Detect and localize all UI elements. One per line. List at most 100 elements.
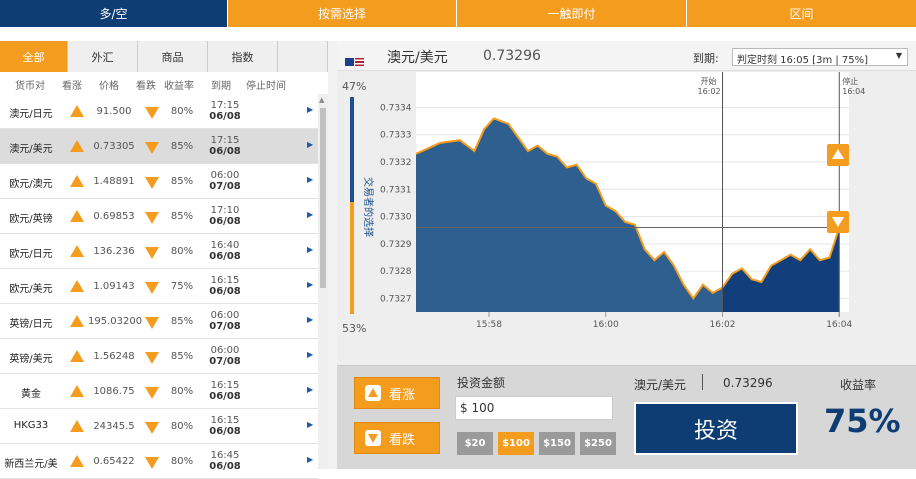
- asset-expiry-date: 07/08: [209, 321, 241, 332]
- asset-yield: 80%: [170, 386, 194, 397]
- call-arrow-up-icon[interactable]: [70, 175, 84, 187]
- asset-row[interactable]: 欧元/美元 1.09143 75% 16:15 06/08 ▶: [0, 269, 318, 304]
- asset-row[interactable]: 欧元/澳元 1.48891 85% 06:00 07/08 ▶: [0, 164, 318, 199]
- put-arrow-down-icon[interactable]: [145, 457, 159, 469]
- nav-tab-range[interactable]: 区间: [686, 0, 916, 27]
- amount-preset-150[interactable]: $150: [539, 432, 575, 455]
- put-arrow-down-icon[interactable]: [145, 142, 159, 154]
- amount-preset-20[interactable]: $20: [457, 432, 493, 455]
- category-tab-all[interactable]: 全部: [0, 41, 68, 72]
- play-icon[interactable]: ▶: [307, 140, 313, 149]
- play-icon[interactable]: ▶: [307, 420, 313, 429]
- asset-pair: 澳元/日元: [9, 109, 53, 120]
- play-icon[interactable]: ▶: [307, 455, 313, 464]
- put-arrow-down-icon[interactable]: [145, 212, 159, 224]
- category-tab-commodities[interactable]: 商品: [138, 41, 208, 72]
- asset-row[interactable]: HKG33 24345.5 80% 16:15 06/08 ▶: [0, 409, 318, 444]
- asset-pair: 欧元/澳元: [9, 179, 53, 190]
- put-arrow-down-icon[interactable]: [145, 282, 159, 294]
- asset-pair: 英镑/美元: [9, 354, 53, 365]
- call-arrow-up-icon[interactable]: [70, 140, 84, 152]
- nav-tab-one-touch[interactable]: 一触即付: [456, 0, 686, 27]
- asset-row[interactable]: 英镑/美元 1.56248 85% 06:00 07/08 ▶: [0, 339, 318, 374]
- y-tick-label: 0.7329: [380, 240, 412, 250]
- call-up-label: 看涨: [389, 387, 416, 403]
- call-arrow-up-icon[interactable]: [70, 350, 84, 362]
- put-arrow-down-icon[interactable]: [145, 387, 159, 399]
- play-icon[interactable]: ▶: [307, 350, 313, 359]
- call-arrow-up-icon[interactable]: [70, 245, 84, 257]
- invest-button[interactable]: 投资: [634, 402, 798, 455]
- put-arrow-down-icon[interactable]: [145, 177, 159, 189]
- x-tick-label: 16:02: [710, 320, 736, 330]
- asset-yield: 85%: [170, 211, 194, 222]
- call-up-button[interactable]: 看涨: [354, 377, 440, 409]
- put-down-button[interactable]: 看跌: [354, 422, 440, 454]
- asset-table-body: 澳元/日元 91.500 80% 17:15 06/08 ▶ 澳元/美元 0.73305 85%…: [0, 94, 318, 479]
- amount-preset-250[interactable]: $250: [580, 432, 616, 455]
- call-arrow-up-icon[interactable]: [70, 210, 84, 222]
- asset-yield: 85%: [170, 351, 194, 362]
- play-icon[interactable]: ▶: [307, 105, 313, 114]
- asset-row[interactable]: 澳元/日元 91.500 80% 17:15 06/08 ▶: [0, 94, 318, 129]
- asset-list-scrollbar[interactable]: ▲: [318, 94, 328, 469]
- asset-expiry: 17:10 06/08: [204, 205, 246, 227]
- asset-expiry-date: 06/08: [209, 146, 241, 157]
- col-header-down: 看跌: [136, 81, 156, 92]
- amount-preset-100[interactable]: $100: [498, 432, 534, 455]
- call-arrow-up-icon[interactable]: [70, 280, 84, 292]
- sentiment-bar-up: [350, 97, 354, 202]
- call-arrow-up-icon[interactable]: [70, 420, 84, 432]
- scrollbar-thumb[interactable]: [320, 108, 326, 288]
- y-tick-label: 0.7332: [380, 158, 412, 168]
- asset-row[interactable]: 英镑/日元 195.03200 85% 06:00 07/08 ▶: [0, 304, 318, 339]
- asset-pair: 英镑/日元: [9, 319, 53, 330]
- summary-price: 0.73296: [723, 376, 773, 390]
- play-icon[interactable]: ▶: [307, 245, 313, 254]
- play-icon[interactable]: ▶: [307, 175, 313, 184]
- asset-price: 1.56248: [93, 351, 135, 362]
- scroll-up-icon[interactable]: ▲: [319, 96, 324, 104]
- asset-pair: 新西兰元/美: [4, 459, 58, 470]
- call-arrow-up-icon[interactable]: [70, 385, 84, 397]
- asset-yield: 85%: [170, 316, 194, 327]
- category-tab-forex[interactable]: 外汇: [68, 41, 138, 72]
- price-chart[interactable]: 47% 53% 交易者的选择 0.7334 0.7333 0.7332 0.7331 0.73…: [337, 72, 916, 365]
- summary-pair: 澳元/美元: [634, 378, 687, 392]
- asset-row[interactable]: 黄金 1086.75 80% 16:15 06/08 ▶: [0, 374, 318, 409]
- category-tab-indices[interactable]: 指数: [208, 41, 278, 72]
- asset-price: 91.500: [96, 106, 132, 117]
- summary-separator: [702, 374, 703, 390]
- play-icon[interactable]: ▶: [307, 210, 313, 219]
- sentiment-top-percent: 47%: [342, 80, 366, 93]
- arrow-up-icon: [365, 385, 381, 401]
- put-arrow-down-icon[interactable]: [145, 422, 159, 434]
- nav-tab-on-demand[interactable]: 按需选择: [227, 0, 456, 27]
- put-arrow-down-icon[interactable]: [145, 107, 159, 119]
- y-tick-label: 0.7327: [380, 294, 412, 304]
- asset-row[interactable]: 欧元/英镑 0.69853 85% 17:10 06/08 ▶: [0, 199, 318, 234]
- asset-expiry-date: 06/08: [209, 461, 241, 472]
- chevron-down-icon: ▼: [895, 51, 902, 60]
- nav-tab-high-low[interactable]: 多/空: [0, 0, 227, 27]
- play-icon[interactable]: ▶: [307, 315, 313, 324]
- call-arrow-up-icon[interactable]: [70, 315, 84, 327]
- put-arrow-down-icon[interactable]: [145, 247, 159, 259]
- y-tick-label: 0.7328: [380, 267, 412, 277]
- call-arrow-up-icon[interactable]: [70, 105, 84, 117]
- asset-row[interactable]: 新西兰元/美 0.65422 80% 16:45 06/08 ▶: [0, 444, 318, 479]
- play-icon[interactable]: ▶: [307, 280, 313, 289]
- expiry-select[interactable]: 判定时刻 16:05 [3m | 75%] ▼: [732, 48, 908, 66]
- asset-expiry: 16:15 06/08: [204, 380, 246, 402]
- call-arrow-up-icon[interactable]: [70, 455, 84, 467]
- play-icon[interactable]: ▶: [307, 385, 313, 394]
- put-arrow-down-icon[interactable]: [145, 317, 159, 329]
- put-arrow-down-icon[interactable]: [145, 352, 159, 364]
- asset-row[interactable]: 欧元/日元 136.236 80% 16:40 06/08 ▶: [0, 234, 318, 269]
- investment-amount-input[interactable]: $ 100: [455, 396, 613, 420]
- asset-row[interactable]: 澳元/美元 0.73305 85% 17:15 06/08 ▶: [0, 129, 318, 164]
- asset-pair: 欧元/日元: [9, 249, 53, 260]
- asset-expiry-time: 16:15: [210, 415, 240, 426]
- asset-yield: 75%: [170, 281, 194, 292]
- asset-expiry-time: 17:15: [210, 100, 240, 111]
